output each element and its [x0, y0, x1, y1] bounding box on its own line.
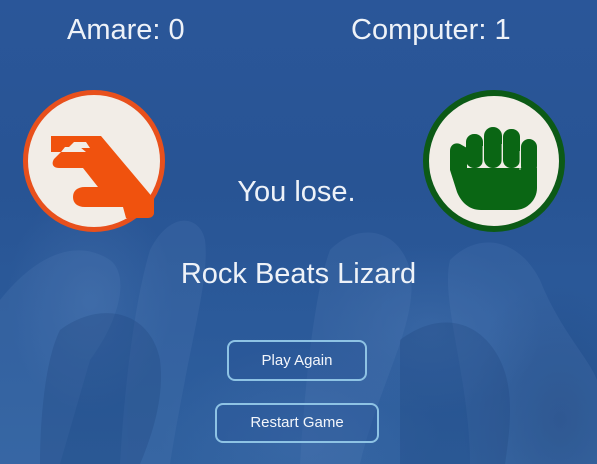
play-again-button[interactable]: Play Again — [227, 340, 367, 381]
restart-game-button[interactable]: Restart Game — [215, 403, 379, 443]
background-hands-art — [0, 220, 597, 464]
player-score: Amare: 0 — [67, 14, 185, 46]
background — [0, 0, 597, 464]
result-message: You lose. — [237, 176, 356, 208]
player-choice — [23, 90, 165, 232]
rule-message: Rock Beats Lizard — [180, 258, 417, 290]
computer-score: Computer: 1 — [351, 14, 511, 46]
computer-choice — [423, 90, 565, 232]
